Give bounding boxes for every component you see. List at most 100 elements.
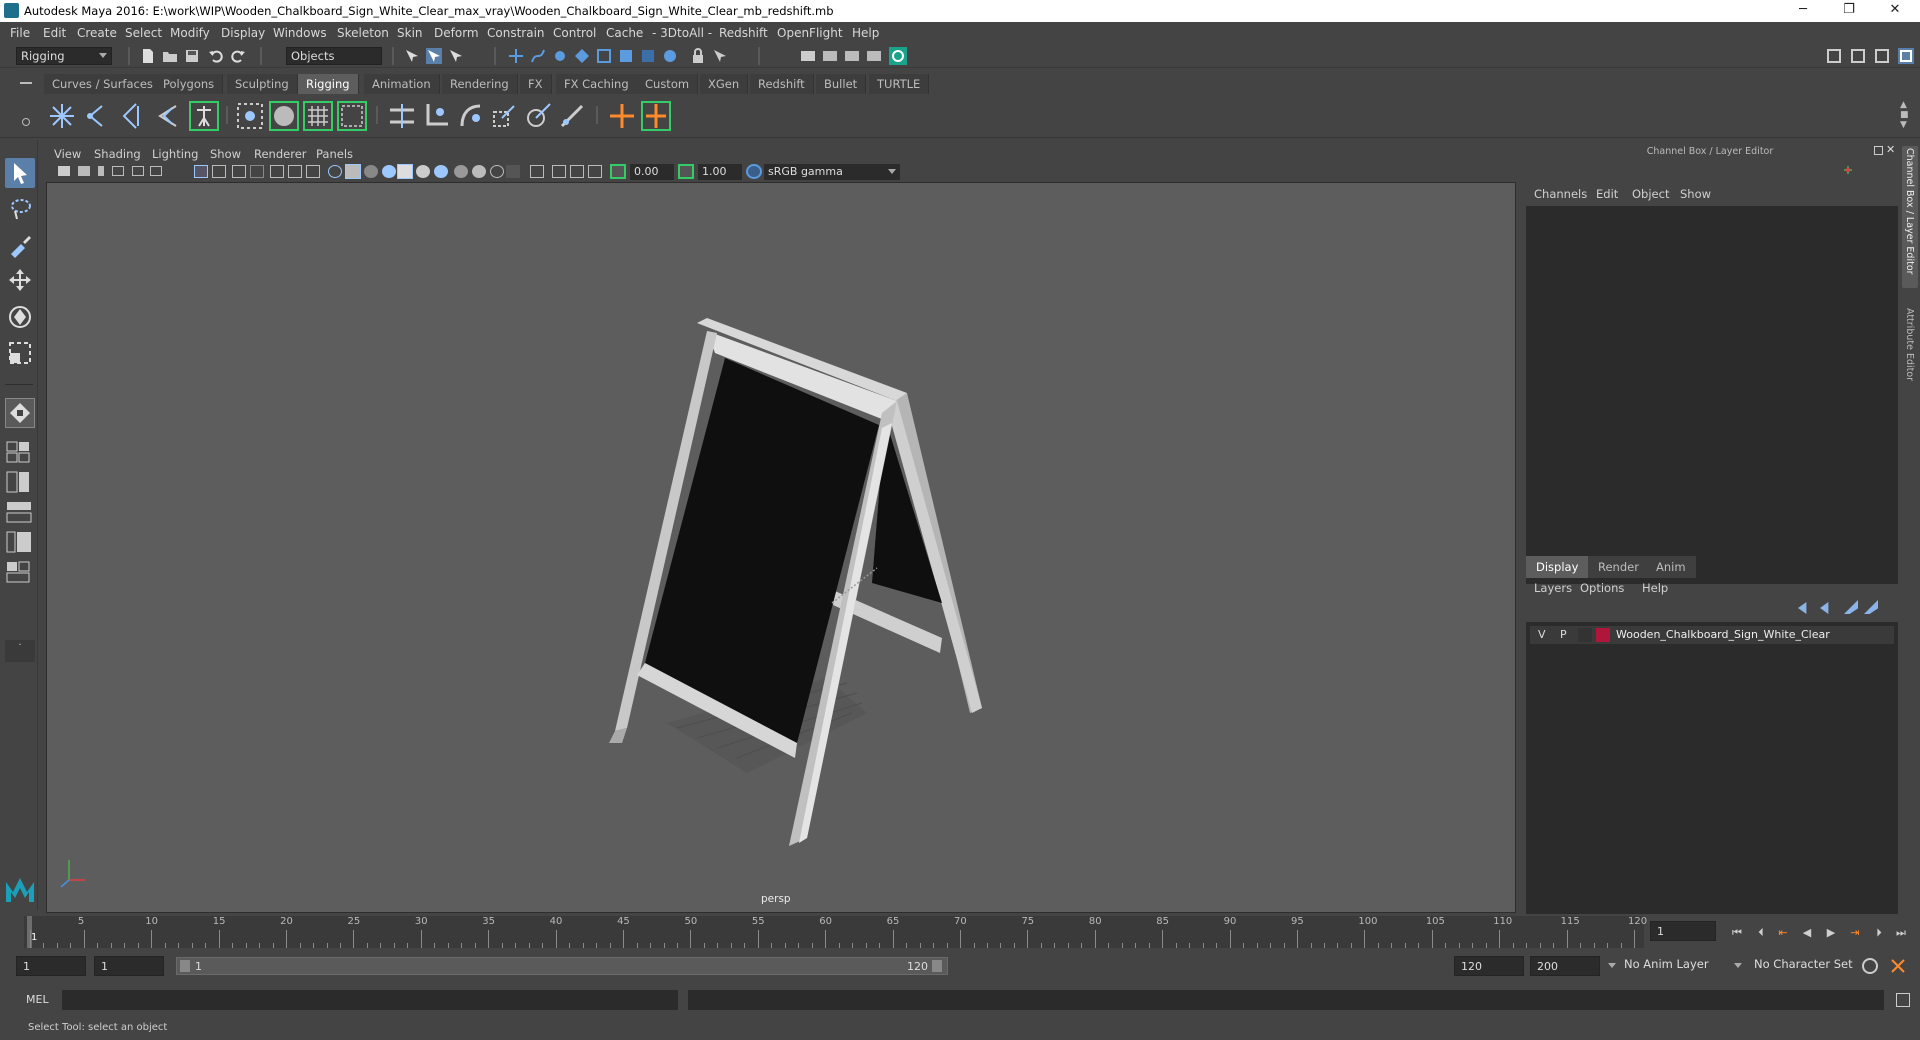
range-start-handle[interactable]: [180, 960, 190, 972]
aim-constraint-icon[interactable]: [522, 100, 554, 132]
default-material-icon[interactable]: [364, 165, 378, 178]
camera-icon[interactable]: [58, 166, 70, 176]
move-tool-button[interactable]: [5, 266, 35, 296]
float-panel-icon[interactable]: [1874, 146, 1883, 155]
range-bar[interactable]: 1 120: [176, 957, 948, 975]
point-constraint-icon[interactable]: [420, 100, 452, 132]
tab-rigging[interactable]: Rigging: [298, 74, 359, 94]
select-camera-icon[interactable]: [712, 48, 728, 64]
grid-icon[interactable]: [194, 165, 208, 178]
scale-tool-button[interactable]: [5, 338, 35, 368]
film-gate-icon[interactable]: [212, 165, 226, 178]
lattice-icon[interactable]: [302, 100, 334, 132]
menu-openflight[interactable]: OpenFlight: [777, 26, 843, 40]
snap-view-plane-icon[interactable]: [596, 48, 612, 64]
color-management-icon[interactable]: [746, 164, 762, 179]
menu-select[interactable]: Select: [125, 26, 162, 40]
ik-fk-switch-icon[interactable]: [640, 100, 672, 132]
layout-custom-button[interactable]: [5, 560, 35, 584]
snap-grid-icon[interactable]: [508, 48, 524, 64]
layer-name[interactable]: Wooden_Chalkboard_Sign_White_Clear: [1616, 628, 1830, 641]
restore-icon[interactable]: ❐: [1826, 0, 1872, 22]
command-input[interactable]: [62, 990, 678, 1010]
channel-box-menu-object[interactable]: Object: [1632, 187, 1669, 201]
tab-polygons[interactable]: Polygons: [155, 74, 224, 94]
viewport-menu-view[interactable]: View: [54, 147, 81, 161]
ik-handle-icon[interactable]: [82, 100, 114, 132]
tab-rendering[interactable]: Rendering: [442, 74, 518, 94]
tab-fx[interactable]: FX: [520, 74, 552, 94]
hypershade-icon[interactable]: [866, 48, 882, 64]
step-back-key-icon[interactable]: ⇤: [1774, 926, 1792, 940]
step-back-frame-icon[interactable]: ⏴: [1752, 926, 1770, 940]
viewport-menu-shading[interactable]: Shading: [94, 147, 141, 161]
shelf-options-icon[interactable]: [22, 118, 30, 126]
layout-persp-graph-button[interactable]: [5, 530, 35, 554]
animation-end-field[interactable]: 200: [1530, 956, 1600, 976]
cluster-icon[interactable]: [336, 100, 368, 132]
viewport-menu-renderer[interactable]: Renderer: [254, 147, 307, 161]
layer-menu-layers[interactable]: Layers: [1534, 581, 1572, 595]
snap-curve-icon[interactable]: [530, 48, 546, 64]
shadows-icon[interactable]: [434, 165, 448, 178]
exposure-field[interactable]: 0.00: [630, 164, 674, 180]
layer-color-swatch[interactable]: [1596, 628, 1610, 642]
shelf-scroll-icon[interactable]: ▲ ■ ▼: [1900, 100, 1909, 130]
motion-blur-icon[interactable]: [472, 165, 486, 178]
ik-spline-icon[interactable]: [116, 100, 148, 132]
isolate-select-icon[interactable]: [530, 165, 544, 178]
tab-animation[interactable]: Animation: [364, 74, 440, 94]
use-all-lights-icon[interactable]: [416, 165, 430, 178]
redo-icon[interactable]: [230, 48, 246, 64]
render-settings-icon[interactable]: [844, 48, 860, 64]
layer-menu-options[interactable]: Options: [1580, 581, 1624, 595]
range-end-handle[interactable]: [932, 960, 942, 972]
shelf-menu-icon[interactable]: [20, 82, 32, 84]
select-by-object-icon[interactable]: [426, 48, 442, 64]
new-scene-icon[interactable]: [140, 48, 156, 64]
menu-set-dropdown[interactable]: Rigging: [16, 47, 112, 65]
save-scene-icon[interactable]: [184, 48, 200, 64]
insert-joint-icon[interactable]: [152, 100, 184, 132]
perspective-viewport[interactable]: persp: [46, 182, 1516, 913]
resolution-gate-icon[interactable]: [232, 165, 246, 178]
current-frame-field[interactable]: 1: [1650, 921, 1716, 941]
chevron-down-icon[interactable]: [1608, 963, 1616, 968]
channel-box-menu-edit[interactable]: Edit: [1596, 187, 1618, 201]
snap-projected-center-icon[interactable]: [574, 48, 590, 64]
lock-icon[interactable]: [690, 48, 706, 64]
menu-create[interactable]: Create: [77, 26, 117, 40]
xray-icon[interactable]: [397, 164, 413, 179]
redshift-render-view-icon[interactable]: [888, 46, 908, 66]
layout-persp-outliner-button[interactable]: [5, 500, 35, 524]
layer-visibility-toggle[interactable]: V: [1538, 628, 1546, 641]
tab-sculpting[interactable]: Sculpting: [227, 74, 298, 94]
menu-deform[interactable]: Deform: [434, 26, 479, 40]
scale-constraint-icon[interactable]: [488, 100, 520, 132]
menu-windows[interactable]: Windows: [273, 26, 327, 40]
smooth-bind-icon[interactable]: [234, 100, 266, 132]
viewport-menu-show[interactable]: Show: [210, 147, 241, 161]
render-frame-icon[interactable]: [800, 48, 816, 64]
channel-box-menu-channels[interactable]: Channels: [1534, 187, 1587, 201]
play-forwards-icon[interactable]: ▶: [1822, 926, 1840, 940]
layout-single-button[interactable]: [5, 440, 35, 464]
menu-cache[interactable]: Cache: [606, 26, 643, 40]
tab-display-layers[interactable]: Display: [1526, 556, 1589, 578]
tool-settings-icon[interactable]: [1874, 48, 1890, 64]
viewport-menu-lighting[interactable]: Lighting: [152, 147, 198, 161]
snap-point-icon[interactable]: [552, 48, 568, 64]
xray-joints-icon[interactable]: [552, 165, 566, 178]
time-slider-track[interactable]: 1 5 10 15 20 25 30 35 40 45 50 55 60 65 70 75 80 85 90 95 10…: [24, 916, 1647, 948]
anim-layer-dropdown[interactable]: No Anim Layer: [1620, 956, 1740, 976]
selection-mode-dropdown[interactable]: Objects: [286, 47, 382, 65]
menu-redshift[interactable]: Redshift: [719, 26, 768, 40]
color-space-dropdown[interactable]: sRGB gamma: [764, 164, 900, 180]
xray-active-components-icon[interactable]: [570, 165, 584, 178]
humanik-icon[interactable]: [188, 100, 220, 132]
menu-skin[interactable]: Skin: [397, 26, 423, 40]
step-forward-frame-icon[interactable]: ⏵: [1870, 926, 1888, 940]
orient-constraint-icon[interactable]: [454, 100, 486, 132]
toolbox-expand-button[interactable]: ·: [5, 640, 35, 662]
move-layer-down-icon[interactable]: [1820, 602, 1829, 614]
